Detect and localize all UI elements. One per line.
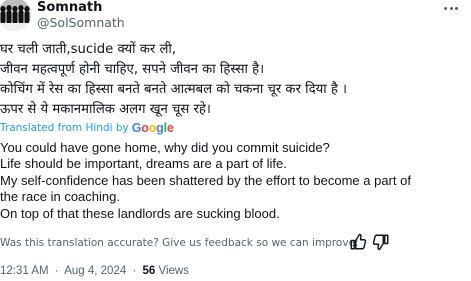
translation-feedback-prompt: Was this translation accurate? Give us f…: [0, 237, 359, 249]
meta-separator: ·: [54, 265, 59, 277]
google-logo: Google: [131, 121, 174, 135]
tweet-meta: 12:31 AM · Aug 4, 2024 · 56 Views: [0, 264, 189, 279]
avatar[interactable]: [0, 0, 31, 31]
tweet-header: Somnath @SolSomnath: [0, 0, 471, 34]
avatar-image: [0, 0, 31, 31]
original-line: जीवन महत्वपूर्ण होनी चाहिए, सपने जीवन का…: [0, 62, 265, 77]
tweet-date[interactable]: Aug 4, 2024: [64, 265, 126, 277]
translated-from[interactable]: Translated from Hindi by Google: [0, 121, 174, 135]
views-label: Views: [158, 265, 189, 277]
meta-separator: ·: [132, 265, 137, 277]
more-horizontal-icon[interactable]: [440, 0, 462, 16]
translated-line: the race in coaching.: [0, 189, 120, 205]
views-count: 56: [142, 265, 156, 277]
original-line: घर चली जाती,sucide क्यों कर ली,: [0, 42, 177, 57]
original-line: ऊपर से ये मकानमालिक अलग खून चूस रहे।: [0, 102, 211, 117]
tweet-original-text: घर चली जाती,sucide क्यों कर ली, जीवन महत…: [0, 40, 465, 120]
translated-line: Life should be important, dreams are a p…: [0, 156, 287, 172]
author-name[interactable]: Somnath: [37, 0, 102, 15]
translated-line: My self-confidence has been shattered by…: [0, 172, 411, 188]
translated-line: On top of that these landlords are sucki…: [0, 205, 280, 221]
thumbs-up-icon[interactable]: [349, 233, 367, 251]
tweet-translated-text: You could have gone home, why did you co…: [0, 140, 468, 222]
thumbs-down-icon[interactable]: [372, 233, 390, 251]
original-line: कोचिंग में रेस का हिस्सा बनते बनते आत्मब…: [0, 82, 348, 97]
tweet-time[interactable]: 12:31 AM: [0, 265, 49, 277]
translated-line: You could have gone home, why did you co…: [0, 140, 330, 155]
author-handle[interactable]: @SolSomnath: [37, 15, 125, 31]
tweet: Somnath @SolSomnath घर चली जाती,sucide क…: [0, 0, 471, 281]
translated-from-label[interactable]: Translated from Hindi by: [0, 121, 129, 135]
